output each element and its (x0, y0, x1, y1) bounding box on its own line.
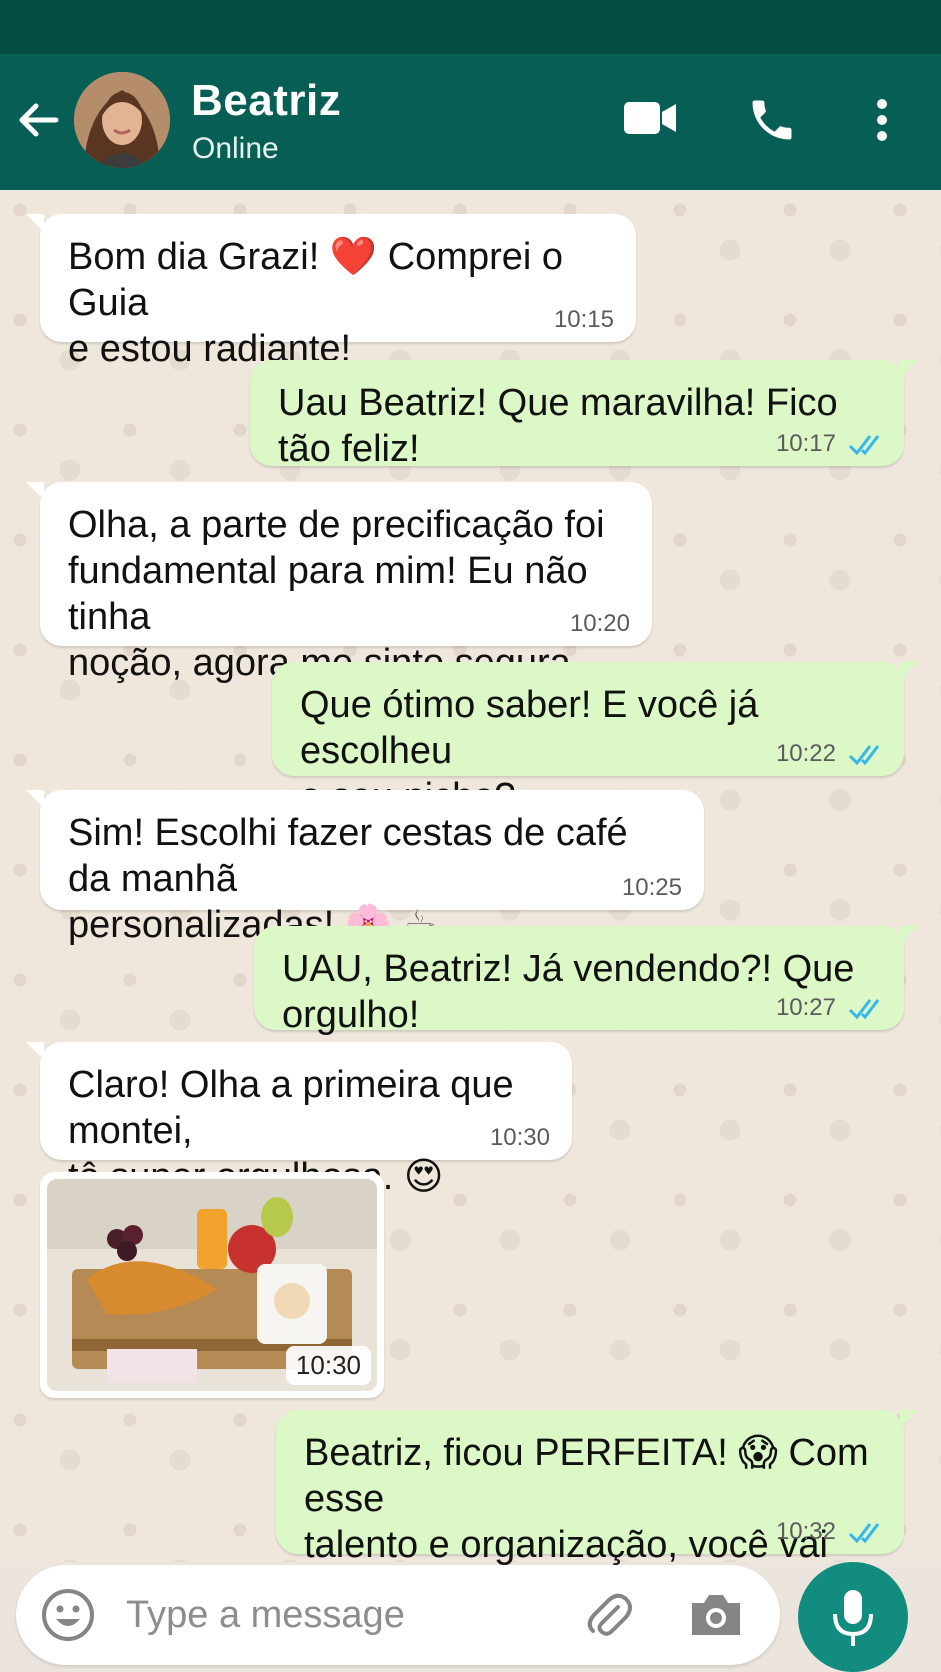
contact-name[interactable]: Beatriz (191, 76, 341, 126)
message-time: 10:25 (621, 874, 682, 901)
message-text: Bom dia Grazi! ❤️ Comprei o Guia e estou… (68, 236, 564, 370)
message-bubble-incoming[interactable]: Sim! Escolhi fazer cestas de café da man… (26, 790, 704, 946)
read-ticks-icon (848, 435, 880, 456)
attach-icon (587, 1593, 632, 1636)
message-time: 10:27 (775, 994, 836, 1021)
image-message[interactable]: 10:30 (40, 1172, 384, 1398)
more-options-button[interactable] (870, 98, 894, 142)
message-bubble-incoming[interactable]: Claro! Olha a primeira que montei, tô su… (26, 1042, 572, 1198)
avatar[interactable] (74, 72, 170, 168)
message-text: Uau Beatriz! Que maravilha! Fico tão fel… (278, 382, 838, 470)
more-options-icon (877, 99, 887, 141)
status-bar (0, 0, 941, 54)
mic-icon (833, 1590, 873, 1646)
message-time: 10:32 (775, 1518, 836, 1545)
message-text: Olha, a parte de precificação foi fundam… (68, 504, 605, 684)
message-input-bar (16, 1565, 780, 1665)
video-call-icon (624, 102, 676, 134)
video-call-button[interactable] (622, 98, 678, 138)
camera-icon (692, 1595, 740, 1635)
message-input[interactable] (126, 1583, 556, 1647)
voice-message-button[interactable] (798, 1562, 908, 1672)
message-bubble-outgoing[interactable]: Uau Beatriz! Que maravilha! Fico tão fel… (250, 360, 918, 470)
message-bubble-incoming[interactable]: Bom dia Grazi! ❤️ Comprei o Guia e estou… (26, 214, 636, 370)
read-ticks-icon (848, 999, 880, 1020)
emoji-button[interactable] (40, 1587, 96, 1643)
voice-call-button[interactable] (746, 94, 798, 146)
message-bubble-outgoing[interactable]: UAU, Beatriz! Já vendendo?! Que orgulho!… (254, 926, 918, 1036)
message-text: UAU, Beatriz! Já vendendo?! Que orgulho! (282, 948, 855, 1036)
attach-button[interactable] (582, 1589, 634, 1641)
message-time: 10:22 (775, 740, 836, 767)
back-button[interactable] (12, 94, 64, 146)
message-bubble-incoming[interactable]: Olha, a parte de precificação foi fundam… (26, 482, 652, 684)
contact-status: Online (192, 132, 279, 165)
message-time: 10:15 (553, 306, 614, 333)
phone-call-icon (752, 100, 792, 140)
message-bubble-outgoing[interactable]: Que ótimo saber! E você já escolheu o se… (272, 662, 918, 818)
chat-header: Beatriz Online (0, 54, 941, 190)
emoji-icon (42, 1589, 94, 1641)
message-time: 10:30 (285, 1346, 371, 1385)
read-ticks-icon (848, 745, 880, 766)
message-time: 10:30 (489, 1124, 550, 1151)
back-arrow-icon (19, 103, 59, 137)
message-time: 10:17 (775, 430, 836, 457)
camera-button[interactable] (688, 1591, 744, 1639)
read-ticks-icon (848, 1523, 880, 1544)
breakfast-basket-photo[interactable]: 10:30 (47, 1179, 377, 1391)
message-bubble-outgoing[interactable]: Beatriz, ficou PERFEITA! 😱 Com esse tale… (276, 1410, 918, 1658)
message-time: 10:20 (569, 610, 630, 637)
